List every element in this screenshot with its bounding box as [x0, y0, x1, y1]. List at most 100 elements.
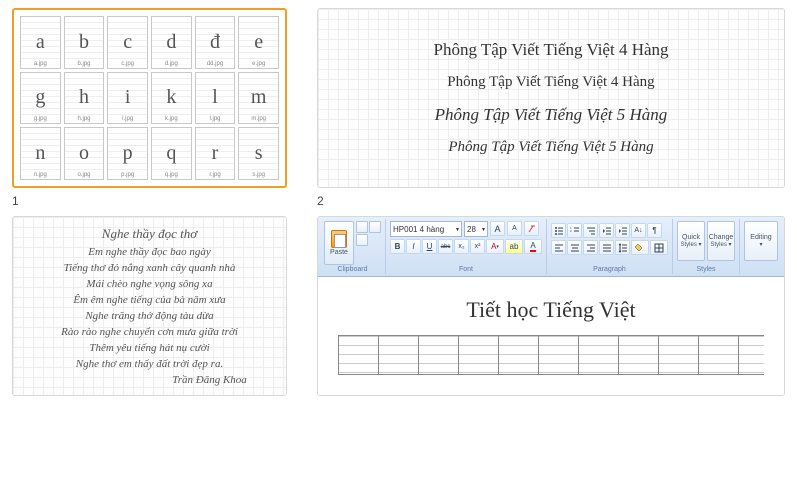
poem-line: Êm êm nghe tiếng của bà năm xưa [73, 294, 225, 306]
thumb-4-slot: Paste Clipboard HP001 4 hàng▾ 28▾ [317, 216, 785, 396]
font-sample-lines: Phông Tập Viết Tiếng Việt 4 Hàng Phông T… [318, 9, 784, 187]
editing-button[interactable]: Editing ▾ [744, 221, 778, 261]
change-styles-button[interactable]: Change Styles ▾ [707, 221, 735, 261]
letter-caption: e.jpg [239, 60, 278, 68]
numbering-button[interactable]: 12 [567, 223, 582, 238]
letter-cell[interactable]: bb.jpg [64, 16, 105, 69]
paragraph-group-label: Paragraph [547, 266, 672, 273]
superscript-button[interactable]: x² [470, 239, 485, 254]
bold-button[interactable]: B [390, 239, 405, 254]
letter-cell[interactable]: ll.jpg [195, 72, 236, 125]
letter-caption: n.jpg [21, 171, 60, 179]
thumb-3-slot: Nghe thầy đọc thơ Em nghe thầy đọc bao ng… [12, 216, 287, 396]
inc-indent-button[interactable] [615, 223, 630, 238]
letter-caption: h.jpg [65, 115, 104, 123]
letter-cell[interactable]: ss.jpg [238, 127, 279, 180]
highlight-button[interactable]: ab [505, 239, 523, 254]
italic-button[interactable]: I [406, 239, 421, 254]
letter-caption: p.jpg [108, 171, 147, 179]
paste-button[interactable]: Paste [324, 221, 354, 265]
clipboard-small-buttons [356, 221, 381, 246]
quick-styles-button[interactable]: Quick Styles ▾ [677, 221, 705, 261]
sample-line-2: Phông Tập Viết Tiếng Việt 4 Hàng [447, 74, 654, 91]
font-size-select[interactable]: 28▾ [464, 221, 488, 237]
letter-cell[interactable]: qq.jpg [151, 127, 192, 180]
thumb-2-slot: Phông Tập Viết Tiếng Việt 4 Hàng Phông T… [317, 8, 785, 208]
thumbnail-gallery: aa.jpgbb.jpgcc.jpgdd.jpgđdd.jpgee.jpg gg.… [0, 0, 797, 404]
format-painter-button[interactable] [356, 234, 368, 246]
letter-caption: b.jpg [65, 60, 104, 68]
poem-line: Em nghe thầy đọc bao ngày [88, 246, 211, 258]
justify-button[interactable] [599, 240, 614, 255]
letter-cell[interactable]: dd.jpg [151, 16, 192, 69]
poem-block: Nghe thầy đọc thơ Em nghe thầy đọc bao ng… [13, 217, 286, 395]
font-group-label: Font [386, 266, 546, 273]
strike-button[interactable]: abc [438, 239, 453, 254]
letter-cell[interactable]: mm.jpg [238, 72, 279, 125]
editing-group: Editing ▾ [740, 219, 782, 274]
poem-line: Tiếng thơ đỏ nắng xanh cây quanh nhà [64, 262, 236, 274]
shrink-font-button[interactable]: A [507, 221, 522, 236]
letter-cell[interactable]: cc.jpg [107, 16, 148, 69]
letter-caption: r.jpg [196, 171, 235, 179]
bullets-button[interactable] [551, 223, 566, 238]
align-left-button[interactable] [551, 240, 566, 255]
letter-cell[interactable]: nn.jpg [20, 127, 61, 180]
font-group: HP001 4 hàng▾ 28▾ A A B I U abc x₂ [386, 219, 547, 274]
line-spacing-button[interactable] [615, 240, 630, 255]
clear-format-button[interactable] [524, 221, 539, 236]
writing-lines [338, 335, 764, 375]
styles-group-label: Styles [673, 266, 739, 273]
letter-caption: g.jpg [21, 115, 60, 123]
thumb-2[interactable]: Phông Tập Viết Tiếng Việt 4 Hàng Phông T… [317, 8, 785, 188]
poem-line: Trần Đăng Khoa [172, 374, 247, 386]
ribbon: Paste Clipboard HP001 4 hàng▾ 28▾ [318, 217, 784, 277]
poem-line: Nghe thầy đọc thơ [102, 226, 197, 242]
font-color-button[interactable]: A [524, 239, 542, 254]
show-marks-button[interactable]: ¶ [647, 223, 662, 238]
multilevel-button[interactable] [583, 223, 598, 238]
paragraph-group: 12 A↓ ¶ [547, 219, 673, 274]
letter-cell[interactable]: aa.jpg [20, 16, 61, 69]
styles-group: Quick Styles ▾ Change Styles ▾ Styles [673, 219, 740, 274]
document-title: Tiết học Tiếng Việt [338, 297, 764, 323]
thumb-1-label: 1 [12, 194, 287, 208]
grow-font-button[interactable]: A [490, 221, 505, 236]
letter-cell[interactable]: hh.jpg [64, 72, 105, 125]
letter-cell[interactable]: rr.jpg [195, 127, 236, 180]
sort-button[interactable]: A↓ [631, 223, 646, 238]
letter-caption: o.jpg [65, 171, 104, 179]
poem-line: Thêm yêu tiếng hát nụ cười [89, 342, 209, 354]
letter-caption: d.jpg [152, 60, 191, 68]
shading-button[interactable] [631, 240, 649, 255]
poem-line: Nghe trăng thở động tàu dừa [85, 310, 213, 322]
dec-indent-button[interactable] [599, 223, 614, 238]
sample-line-1: Phông Tập Viết Tiếng Việt 4 Hàng [433, 40, 668, 60]
letter-cell[interactable]: kk.jpg [151, 72, 192, 125]
letter-cell[interactable]: gg.jpg [20, 72, 61, 125]
font-name-select[interactable]: HP001 4 hàng▾ [390, 221, 462, 237]
underline-button[interactable]: U [422, 239, 437, 254]
letter-cell[interactable]: ee.jpg [238, 16, 279, 69]
cut-button[interactable] [356, 221, 368, 233]
letter-cell[interactable]: oo.jpg [64, 127, 105, 180]
letter-caption: m.jpg [239, 115, 278, 123]
copy-button[interactable] [369, 221, 381, 233]
align-right-button[interactable] [583, 240, 598, 255]
letter-cell[interactable]: ii.jpg [107, 72, 148, 125]
letter-caption: i.jpg [108, 115, 147, 123]
thumb-2-label: 2 [317, 194, 785, 208]
align-center-button[interactable] [567, 240, 582, 255]
borders-button[interactable] [650, 240, 668, 255]
text-effects-button[interactable]: A▾ [486, 239, 504, 254]
thumb-1[interactable]: aa.jpgbb.jpgcc.jpgdd.jpgđdd.jpgee.jpg gg.… [12, 8, 287, 188]
subscript-button[interactable]: x₂ [454, 239, 469, 254]
thumb-4[interactable]: Paste Clipboard HP001 4 hàng▾ 28▾ [317, 216, 785, 396]
paste-icon [331, 230, 347, 248]
letter-cell[interactable]: pp.jpg [107, 127, 148, 180]
letter-grid: aa.jpgbb.jpgcc.jpgdd.jpgđdd.jpgee.jpg gg.… [14, 10, 285, 186]
letter-caption: l.jpg [196, 115, 235, 123]
letter-cell[interactable]: đdd.jpg [195, 16, 236, 69]
thumb-3[interactable]: Nghe thầy đọc thơ Em nghe thầy đọc bao ng… [12, 216, 287, 396]
document-area[interactable]: Tiết học Tiếng Việt [318, 277, 784, 395]
